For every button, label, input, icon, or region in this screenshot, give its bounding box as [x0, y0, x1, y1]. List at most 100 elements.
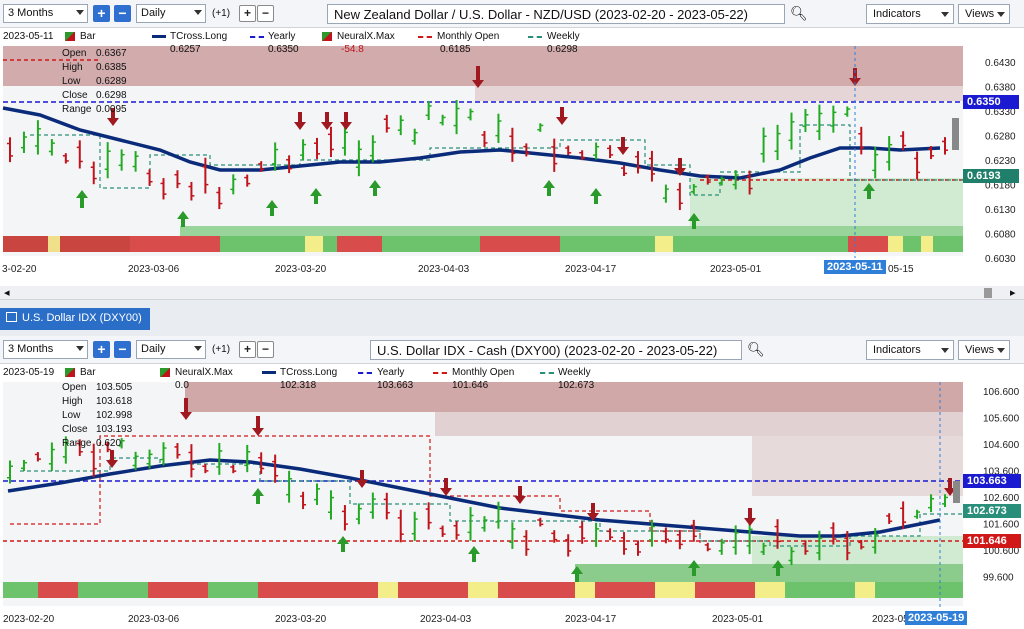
- y-scroll-handle[interactable]: [953, 481, 960, 503]
- price-bar: [481, 516, 488, 532]
- bottom-range-select[interactable]: 3 Months: [3, 340, 88, 359]
- bottom-interval-value: Daily: [141, 343, 166, 355]
- x-tick-label: 05-15: [888, 264, 914, 275]
- ohlc-range-label: Range: [62, 438, 92, 449]
- ohlc-low-label: Low: [62, 76, 81, 87]
- search-icon[interactable]: 🔍︎: [790, 5, 808, 22]
- y-scroll-handle[interactable]: [952, 118, 959, 150]
- price-bar: [886, 136, 893, 171]
- price-bar: [662, 527, 669, 544]
- bottom-offset-minus-button[interactable]: −: [257, 341, 274, 358]
- chart-tab-bar: ◂ ▸ U.S. Dollar IDX (DXY00): [0, 286, 1024, 336]
- y-tick-label: 0.6280: [985, 132, 1016, 143]
- price-bar: [453, 521, 460, 540]
- price-bar: [76, 140, 83, 169]
- ohlc-close-label: Close: [62, 424, 88, 435]
- chevron-down-icon: [194, 10, 202, 15]
- price-bar: [314, 137, 321, 160]
- legend-monthly-value: 0.6185: [440, 44, 471, 55]
- bottom-ohlc-box: Open 103.505 High 103.618 Low 102.998 Close…: [62, 381, 132, 451]
- scroll-right-icon[interactable]: ▸: [1010, 286, 1016, 299]
- price-bar: [202, 464, 209, 474]
- bottom-add-button[interactable]: +: [93, 341, 110, 358]
- price-bar: [621, 165, 628, 177]
- top-add-button[interactable]: +: [93, 5, 110, 22]
- scroll-thumb[interactable]: [984, 288, 992, 298]
- nzdusd-chart-canvas[interactable]: 0.64300.63800.63300.62800.62300.61800.61…: [0, 0, 1024, 286]
- price-bar: [648, 519, 655, 547]
- price-bar: [718, 176, 725, 186]
- search-icon[interactable]: 🔍︎: [747, 341, 765, 358]
- x-tick-label: 2023-05-01: [710, 264, 762, 275]
- bottom-indicators-button[interactable]: Indicators: [866, 340, 954, 360]
- top-chart-title[interactable]: New Zealand Dollar / U.S. Dollar - NZD/U…: [327, 4, 785, 24]
- dxy-chart-canvas[interactable]: 106.600105.600104.600103.600102.600101.6…: [0, 336, 1024, 629]
- bottom-interval-select[interactable]: Daily: [136, 340, 206, 359]
- support-zone: [575, 564, 963, 582]
- top-remove-button[interactable]: −: [114, 5, 131, 22]
- price-bar: [509, 522, 516, 549]
- monthly-swatch: [433, 372, 447, 374]
- neural-icon: [322, 32, 332, 41]
- y-tick-label: 106.600: [983, 387, 1020, 398]
- price-bar: [648, 150, 655, 182]
- legend-tcross-label: TCross.Long: [280, 367, 338, 378]
- price-bar: [718, 538, 725, 555]
- signal-arrows: [106, 398, 956, 582]
- price-bar: [20, 459, 27, 472]
- price-bar: [174, 443, 181, 459]
- x-tick-label: 2023-02-20: [3, 614, 55, 625]
- price-bar: [746, 170, 753, 195]
- horizontal-scrollbar[interactable]: ◂ ▸: [0, 286, 1024, 300]
- y-tick-label: 0.6380: [985, 83, 1016, 94]
- price-bar: [844, 531, 851, 561]
- chevron-down-icon: [941, 348, 949, 353]
- price-bar: [788, 546, 795, 566]
- ohlc-high-value: 103.618: [96, 396, 133, 407]
- y-tick-label: 0.6430: [985, 58, 1016, 69]
- x-tick-label: 2023-04-03: [420, 614, 472, 625]
- price-bar: [565, 145, 572, 156]
- weekly-swatch: [528, 36, 542, 38]
- legend-tcross-value: 102.318: [280, 380, 317, 391]
- price-bar: [537, 123, 544, 132]
- chevron-down-icon: [76, 346, 84, 351]
- monthly-swatch: [418, 36, 432, 38]
- scroll-left-icon[interactable]: ◂: [4, 286, 10, 299]
- price-bar: [495, 501, 502, 529]
- price-bar: [593, 522, 600, 547]
- top-offset-minus-button[interactable]: −: [257, 5, 274, 22]
- price-bar: [341, 124, 348, 156]
- price-bar: [774, 519, 781, 549]
- dxy-chart-panel: 3 Months + − Daily (+1) + − U.S. Dollar …: [0, 336, 1024, 629]
- price-bar: [900, 131, 907, 151]
- legend-date: 2023-05-19: [3, 367, 55, 378]
- top-range-value: 3 Months: [8, 7, 54, 19]
- price-bar: [425, 502, 432, 530]
- top-views-button[interactable]: Views: [958, 4, 1010, 24]
- bottom-remove-button[interactable]: −: [114, 341, 131, 358]
- price-bar: [34, 452, 41, 462]
- top-indicators-button[interactable]: Indicators: [866, 4, 954, 24]
- tab-dxy00[interactable]: U.S. Dollar IDX (DXY00): [0, 308, 150, 330]
- price-bar: [202, 157, 209, 194]
- bottom-offset-plus-button[interactable]: +: [239, 341, 256, 358]
- x-tick-label: 2023-03-20: [275, 264, 327, 275]
- price-bar: [886, 513, 893, 524]
- yearly-price-badge: 103.663: [963, 474, 1021, 488]
- bottom-views-button[interactable]: Views: [958, 340, 1010, 360]
- bottom-offset-label: (+1): [212, 344, 231, 355]
- bottom-chart-title[interactable]: U.S. Dollar IDX - Cash (DXY00) (2023-02-…: [370, 340, 742, 360]
- price-bar: [286, 155, 293, 174]
- price-bar: [327, 126, 334, 158]
- price-bar: [634, 540, 641, 556]
- price-bar: [383, 492, 390, 520]
- top-interval-select[interactable]: Daily: [136, 4, 206, 23]
- top-offset-plus-button[interactable]: +: [239, 5, 256, 22]
- top-range-select[interactable]: 3 Months: [3, 4, 88, 23]
- monthly-price-badge: 101.646: [963, 534, 1021, 548]
- price-bar: [830, 522, 837, 545]
- price-bar: [160, 442, 167, 466]
- price-bar: [704, 174, 711, 185]
- tcross-long-line: [2, 106, 941, 180]
